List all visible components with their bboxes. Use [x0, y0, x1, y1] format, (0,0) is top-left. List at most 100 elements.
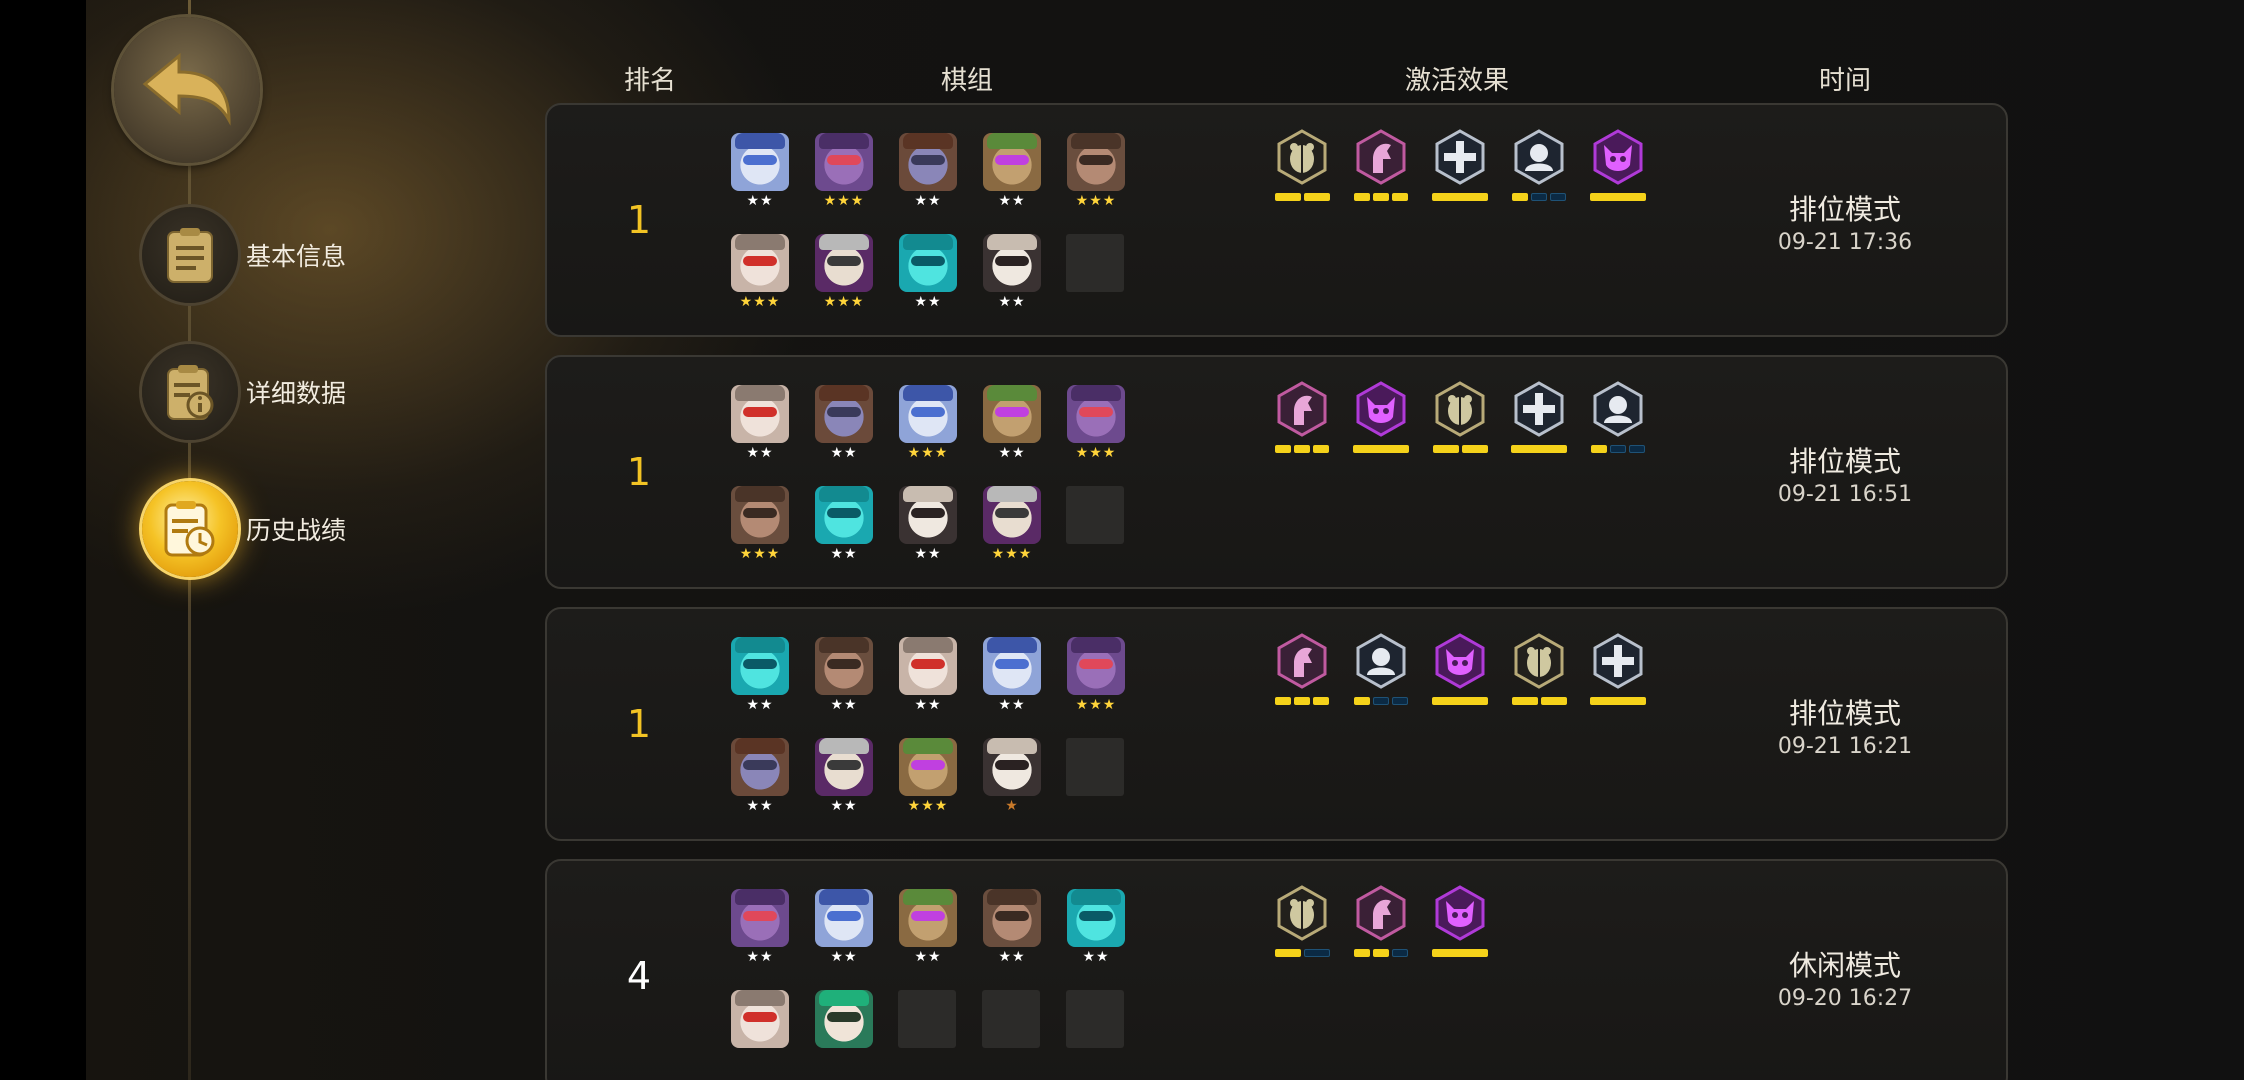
star-rating: ★★: [830, 798, 858, 814]
nav-basic-info[interactable]: 基本信息: [142, 207, 346, 303]
trait-level-bars: [1351, 445, 1411, 453]
star-rating: ★★: [830, 949, 858, 965]
trait-bar-active: [1373, 193, 1389, 201]
chess-piece[interactable]: ★: [982, 738, 1042, 820]
synergy-trait[interactable]: [1351, 381, 1411, 461]
trait-bar-inactive: [1629, 445, 1645, 453]
match-card[interactable]: 1 ★★ ★★★ ★★ ★★ ★★★ ★★★ ★★★ ★★ ★★ 排位模式 09-21 17:36: [545, 103, 2008, 337]
synergy-trait[interactable]: [1509, 381, 1569, 461]
match-mode-info: 休闲模式 09-20 16:27: [1745, 944, 1945, 1011]
chess-piece[interactable]: ★★★: [898, 385, 958, 467]
chess-piece[interactable]: ★★★: [730, 486, 790, 568]
chess-piece[interactable]: ★★: [730, 385, 790, 467]
chess-piece[interactable]: ★★★: [982, 486, 1042, 568]
chess-piece[interactable]: ★★: [898, 486, 958, 568]
synergy-trait[interactable]: [1509, 633, 1569, 713]
beast-skull-portrait-icon: [983, 234, 1041, 292]
synergy-trait[interactable]: [1351, 633, 1411, 713]
robot-cyan-portrait-icon: [1067, 889, 1125, 947]
trait-bar-active: [1590, 697, 1646, 705]
trait-level-bars: [1509, 697, 1569, 705]
match-card[interactable]: 1 ★★ ★★ ★★★ ★★ ★★★ ★★★ ★★ ★★ ★★★ 排位模式 09-21 16:51: [545, 355, 2008, 589]
demon-mask-icon: [1353, 381, 1409, 437]
star-rating: ★★★: [739, 546, 781, 562]
chess-piece[interactable]: ★★: [982, 889, 1042, 971]
mummy-portrait-icon: [899, 889, 957, 947]
star-rating: ★★: [914, 697, 942, 713]
demon-mask-icon: [1432, 633, 1488, 689]
match-time: 09-21 16:21: [1777, 734, 1913, 759]
chess-piece[interactable]: ★★★: [814, 133, 874, 215]
chess-piece[interactable]: [814, 990, 874, 1072]
samurai-portrait-icon: [815, 738, 873, 796]
star-rating: ★★: [830, 445, 858, 461]
chess-piece[interactable]: ★★★: [814, 234, 874, 316]
chess-piece[interactable]: ★★: [814, 486, 874, 568]
match-card[interactable]: 4 ★★ ★★ ★★ ★★ ★★ 休闲模式 09-20 16:27: [545, 859, 2008, 1080]
synergy-trait[interactable]: [1272, 633, 1332, 713]
synergy-trait[interactable]: [1588, 129, 1648, 209]
green-hair-portrait-icon: [815, 990, 873, 1048]
chess-piece[interactable]: ★★: [982, 133, 1042, 215]
trait-level-bars: [1430, 193, 1490, 201]
match-mode: 排位模式: [1788, 697, 1901, 730]
synergy-trait[interactable]: [1272, 885, 1332, 965]
chess-piece[interactable]: ★★★: [1066, 385, 1126, 467]
synergy-trait[interactable]: [1509, 129, 1569, 209]
chess-piece[interactable]: ★★: [730, 133, 790, 215]
chess-piece[interactable]: ★★: [898, 637, 958, 719]
star-rating: ★★★: [991, 546, 1033, 562]
knight-horse-icon: [1353, 129, 1409, 185]
chess-piece[interactable]: ★★: [982, 385, 1042, 467]
synergy-trait[interactable]: [1588, 381, 1648, 461]
robot-blue-portrait-icon: [815, 889, 873, 947]
empty-piece-slot: [1066, 234, 1124, 292]
synergy-trait[interactable]: [1430, 885, 1490, 965]
synergy-trait[interactable]: [1430, 381, 1490, 461]
trait-bar-active: [1590, 193, 1646, 201]
chess-piece[interactable]: ★★: [730, 889, 790, 971]
back-button[interactable]: [114, 17, 260, 163]
chess-piece[interactable]: ★★: [982, 637, 1042, 719]
chess-piece[interactable]: ★★: [814, 637, 874, 719]
match-card[interactable]: 1 ★★ ★★ ★★ ★★ ★★★ ★★ ★★ ★★★ ★ 排位模式 09-21 16:21: [545, 607, 2008, 841]
chess-piece[interactable]: ★★: [814, 889, 874, 971]
chess-piece[interactable]: ★★★: [898, 738, 958, 820]
trait-level-bars: [1588, 697, 1648, 705]
chess-piece[interactable]: ★★: [898, 234, 958, 316]
star-rating: ★★: [914, 949, 942, 965]
chess-piece[interactable]: ★★: [814, 385, 874, 467]
star-rating: ★★: [998, 949, 1026, 965]
chess-piece[interactable]: ★★: [814, 738, 874, 820]
nav-match-history[interactable]: 历史战绩: [142, 481, 346, 577]
star-rating: ★★★: [823, 294, 865, 310]
star-rating: ★★: [1082, 949, 1110, 965]
chess-piece[interactable]: ★★★: [1066, 637, 1126, 719]
chess-piece[interactable]: ★★: [982, 234, 1042, 316]
chess-piece[interactable]: ★★: [898, 133, 958, 215]
trait-level-bars: [1351, 949, 1411, 957]
chess-piece[interactable]: ★★★: [1066, 133, 1126, 215]
chess-piece[interactable]: ★★★: [730, 234, 790, 316]
trait-bar-active: [1540, 697, 1567, 705]
synergy-trait[interactable]: [1272, 381, 1332, 461]
chess-piece[interactable]: ★★: [898, 889, 958, 971]
nav-detailed-data[interactable]: 详细数据: [142, 344, 346, 440]
synergy-trait[interactable]: [1272, 129, 1332, 209]
robot-blue-portrait-icon: [983, 637, 1041, 695]
robot-blue-portrait-icon: [899, 385, 957, 443]
empty-piece-slot: [982, 990, 1040, 1048]
synergy-trait[interactable]: [1351, 129, 1411, 209]
chess-piece[interactable]: ★★: [1066, 889, 1126, 971]
synergy-trait[interactable]: [1351, 885, 1411, 965]
synergy-trait[interactable]: [1430, 633, 1490, 713]
chess-piece[interactable]: [730, 990, 790, 1072]
chess-piece[interactable]: ★★: [730, 738, 790, 820]
synergy-trait[interactable]: [1430, 129, 1490, 209]
star-rating: ★★★: [1075, 445, 1117, 461]
synergy-trait[interactable]: [1588, 633, 1648, 713]
troll-hat-portrait-icon: [815, 385, 873, 443]
nav-detailed-data-circle: [142, 344, 238, 440]
match-mode: 休闲模式: [1788, 949, 1901, 982]
chess-piece[interactable]: ★★: [730, 637, 790, 719]
